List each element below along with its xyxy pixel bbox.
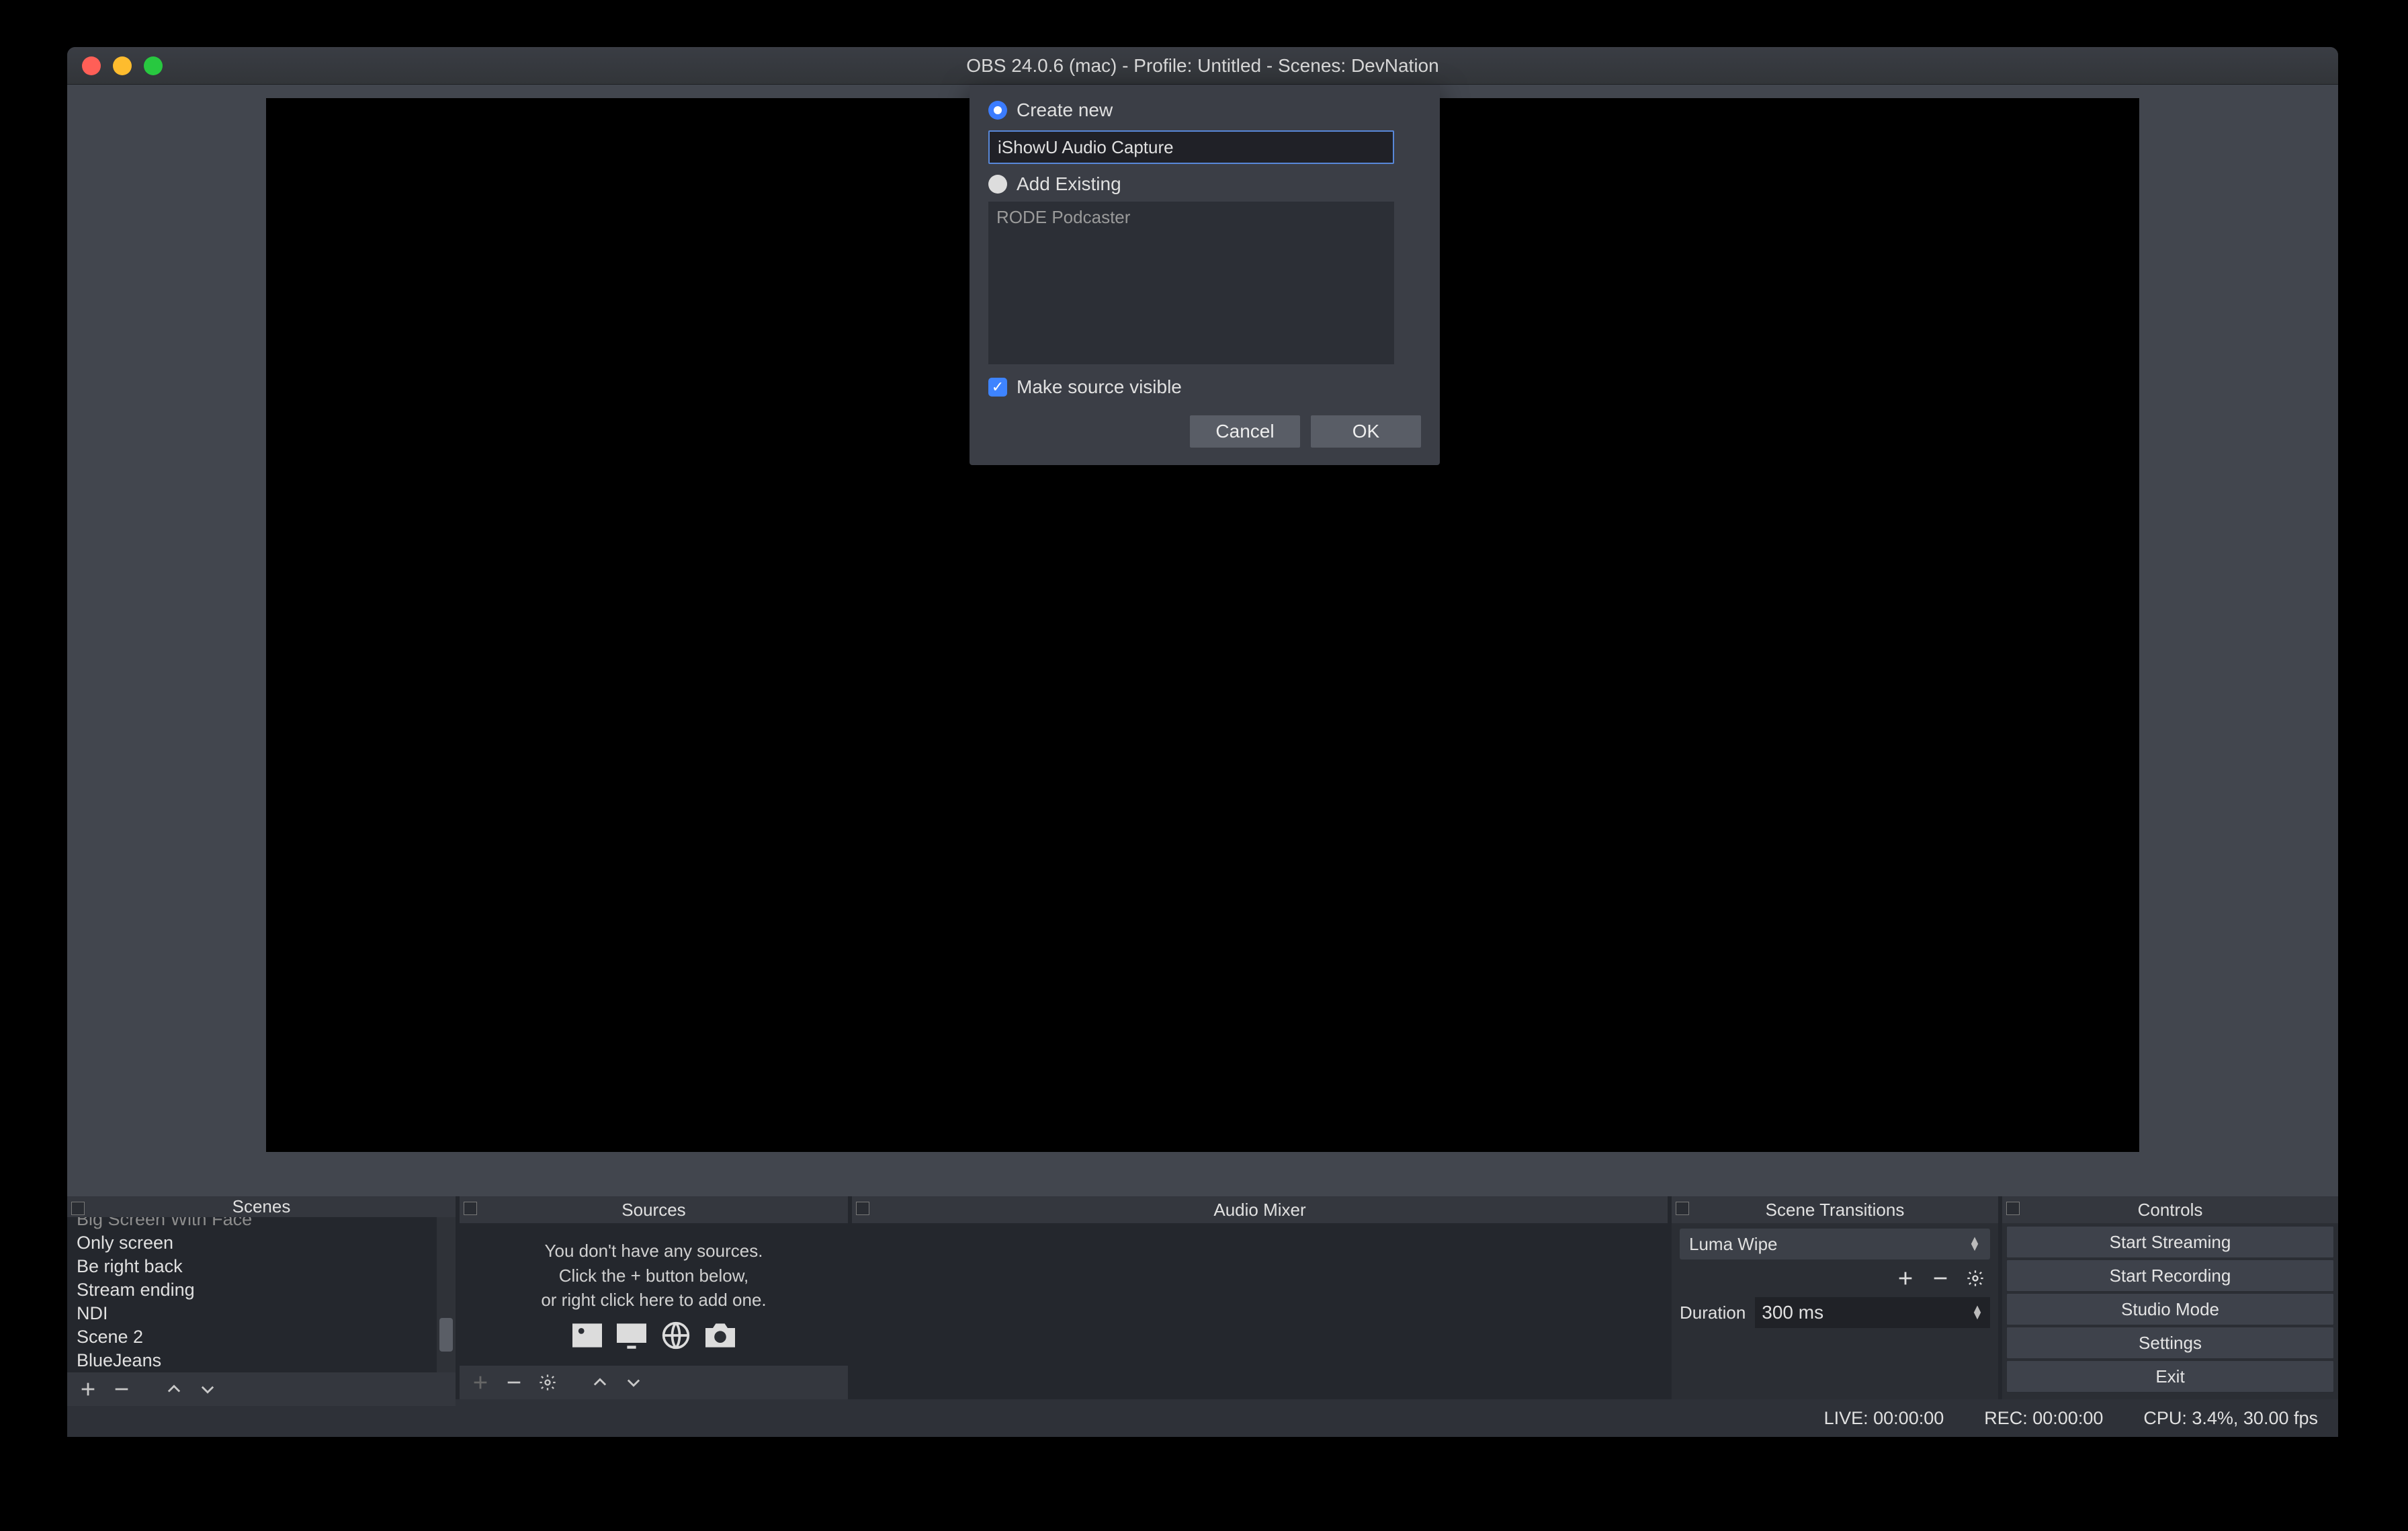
scene-item[interactable]: Stream ending xyxy=(67,1278,456,1302)
remove-scene-button[interactable] xyxy=(106,1376,137,1403)
scenes-title: Scenes xyxy=(232,1196,291,1217)
mixer-title: Audio Mixer xyxy=(1213,1200,1305,1220)
scene-item[interactable]: Big Screen With Face xyxy=(67,1217,456,1231)
scene-up-button[interactable] xyxy=(159,1376,189,1403)
undock-icon[interactable] xyxy=(856,1202,869,1215)
transitions-panel: Scene Transitions Luma Wipe ▲▼ xyxy=(1672,1196,1998,1399)
start-streaming-button[interactable]: Start Streaming xyxy=(2006,1226,2334,1258)
stepper-icon[interactable]: ▲▼ xyxy=(1971,1306,1983,1319)
transition-select[interactable]: Luma Wipe ▲▼ xyxy=(1680,1229,1990,1259)
settings-button[interactable]: Settings xyxy=(2006,1327,2334,1359)
mixer-body[interactable] xyxy=(852,1223,1668,1399)
source-down-button[interactable] xyxy=(618,1369,649,1396)
audio-mixer-panel: Audio Mixer xyxy=(852,1196,1668,1399)
scene-item[interactable]: Only screen xyxy=(67,1231,456,1255)
sources-empty[interactable]: You don't have any sources. Click the + … xyxy=(460,1223,848,1366)
sources-panel: Sources You don't have any sources. Clic… xyxy=(460,1196,848,1399)
source-up-button[interactable] xyxy=(585,1369,615,1396)
preview-area: Create new Add Existing RODE Podcaster ✓… xyxy=(67,85,2338,1196)
scene-item[interactable]: Scene 2 xyxy=(67,1325,456,1349)
radio-add-existing[interactable] xyxy=(988,175,1007,194)
radio-add-existing-label: Add Existing xyxy=(1017,173,1121,195)
cancel-button[interactable]: Cancel xyxy=(1190,415,1300,448)
make-visible-checkbox[interactable]: ✓ xyxy=(988,378,1007,397)
transition-selected: Luma Wipe xyxy=(1689,1234,1778,1255)
status-live: LIVE: 00:00:00 xyxy=(1824,1408,1944,1429)
sources-title: Sources xyxy=(621,1200,685,1220)
undock-icon[interactable] xyxy=(1676,1202,1689,1215)
sources-empty-line: You don't have any sources. xyxy=(545,1239,763,1263)
transitions-header: Scene Transitions xyxy=(1672,1196,1998,1223)
scene-item[interactable]: NDI xyxy=(67,1302,456,1325)
exit-button[interactable]: Exit xyxy=(2006,1360,2334,1393)
undock-icon[interactable] xyxy=(71,1202,85,1215)
mixer-header: Audio Mixer xyxy=(852,1196,1668,1223)
display-icon xyxy=(613,1321,650,1350)
controls-title: Controls xyxy=(2138,1200,2203,1220)
undock-icon[interactable] xyxy=(464,1202,477,1215)
image-icon xyxy=(568,1321,606,1350)
globe-icon xyxy=(657,1321,695,1350)
sources-empty-line: Click the + button below, xyxy=(559,1264,749,1288)
existing-source-item[interactable]: RODE Podcaster xyxy=(996,207,1386,228)
scenes-panel: Scenes Big Screen With Face Only screen … xyxy=(67,1196,456,1399)
create-source-dialog: Create new Add Existing RODE Podcaster ✓… xyxy=(970,85,1440,465)
controls-panel: Controls Start Streaming Start Recording… xyxy=(2002,1196,2338,1399)
scene-item[interactable]: Be right back xyxy=(67,1255,456,1278)
sources-header: Sources xyxy=(460,1196,848,1223)
sources-toolbar xyxy=(460,1366,848,1399)
updown-icon: ▲▼ xyxy=(1969,1237,1981,1251)
status-rec: REC: 00:00:00 xyxy=(1984,1408,2103,1429)
duration-value: 300 ms xyxy=(1762,1302,1823,1323)
dock: Scenes Big Screen With Face Only screen … xyxy=(67,1196,2338,1399)
scenes-header: Scenes xyxy=(67,1196,456,1217)
controls-header: Controls xyxy=(2002,1196,2338,1223)
add-scene-button[interactable] xyxy=(73,1376,103,1403)
add-source-button[interactable] xyxy=(465,1369,496,1396)
start-recording-button[interactable]: Start Recording xyxy=(2006,1259,2334,1292)
camera-icon xyxy=(701,1321,739,1350)
add-transition-button[interactable] xyxy=(1891,1265,1920,1292)
window-title: OBS 24.0.6 (mac) - Profile: Untitled - S… xyxy=(67,55,2338,77)
source-name-input[interactable] xyxy=(988,130,1394,164)
scenes-scrollbar[interactable] xyxy=(437,1217,456,1372)
source-properties-button[interactable] xyxy=(532,1369,563,1396)
existing-sources-list[interactable]: RODE Podcaster xyxy=(988,202,1394,364)
studio-mode-button[interactable]: Studio Mode xyxy=(2006,1293,2334,1325)
remove-transition-button[interactable] xyxy=(1926,1265,1955,1292)
titlebar: OBS 24.0.6 (mac) - Profile: Untitled - S… xyxy=(67,47,2338,85)
make-visible-label: Make source visible xyxy=(1017,376,1182,398)
ok-button[interactable]: OK xyxy=(1311,415,1421,448)
app-window: OBS 24.0.6 (mac) - Profile: Untitled - S… xyxy=(67,47,2338,1437)
status-cpu: CPU: 3.4%, 30.00 fps xyxy=(2143,1408,2318,1429)
transition-settings-button[interactable] xyxy=(1961,1265,1990,1292)
duration-input[interactable]: 300 ms ▲▼ xyxy=(1755,1297,1990,1328)
undock-icon[interactable] xyxy=(2006,1202,2020,1215)
duration-label: Duration xyxy=(1680,1302,1746,1323)
scenes-toolbar xyxy=(67,1372,456,1406)
sources-empty-line: or right click here to add one. xyxy=(541,1288,766,1312)
scenes-list[interactable]: Big Screen With Face Only screen Be righ… xyxy=(67,1217,456,1372)
scene-item[interactable]: BlueJeans xyxy=(67,1349,456,1372)
radio-create-new[interactable] xyxy=(988,101,1007,120)
transitions-title: Scene Transitions xyxy=(1766,1200,1905,1220)
remove-source-button[interactable] xyxy=(499,1369,529,1396)
source-type-icons xyxy=(568,1321,739,1350)
radio-create-new-label: Create new xyxy=(1017,99,1113,121)
scene-down-button[interactable] xyxy=(192,1376,223,1403)
